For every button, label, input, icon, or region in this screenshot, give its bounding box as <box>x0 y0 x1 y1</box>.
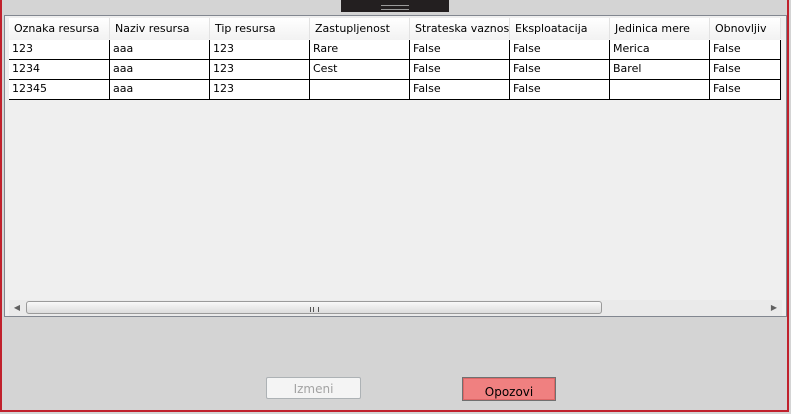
opozovi-button[interactable]: Opozovi <box>462 377 556 401</box>
grid-header-row: Oznaka resursa Naziv resursa Tip resursa Za… <box>9 18 781 41</box>
table-cell[interactable]: aaa <box>110 40 210 59</box>
scroll-left-arrow-icon[interactable]: ◀ <box>9 300 25 316</box>
table-cell[interactable]: aaa <box>110 80 210 99</box>
grid-rows: 123 aaa 123 Rare False False Merica False 1234 a… <box>9 40 781 100</box>
scroll-right-arrow-icon[interactable]: ▶ <box>766 300 782 316</box>
column-header-eksploatacija[interactable]: Eksploatacija <box>510 18 610 39</box>
table-row[interactable]: 12345 aaa 123 False False False <box>9 80 781 100</box>
table-cell[interactable]: 12345 <box>9 80 110 99</box>
resources-data-grid[interactable]: Oznaka resursa Naziv resursa Tip resursa Za… <box>4 15 787 317</box>
horizontal-scrollbar[interactable]: ◀ ▶ <box>9 300 782 316</box>
column-header-strateska-vaznost[interactable]: Strateska vaznost <box>410 18 510 39</box>
column-header-obnovljiv[interactable]: Obnovljiv <box>710 18 781 39</box>
table-cell[interactable]: 1234 <box>9 60 110 79</box>
grip-lines-icon <box>381 5 409 10</box>
table-cell[interactable]: 123 <box>9 40 110 59</box>
izmeni-button[interactable]: Izmeni <box>266 377 361 399</box>
column-header-jedinica-mere[interactable]: Jedinica mere <box>610 18 710 39</box>
window-drag-handle[interactable] <box>341 0 449 12</box>
table-cell[interactable] <box>310 80 410 99</box>
table-cell[interactable]: 123 <box>210 60 310 79</box>
column-header-oznaka[interactable]: Oznaka resursa <box>9 18 110 39</box>
table-cell[interactable]: Barel <box>610 60 710 79</box>
table-cell[interactable]: False <box>410 40 510 59</box>
table-cell[interactable]: 123 <box>210 80 310 99</box>
table-cell[interactable]: False <box>710 80 781 99</box>
table-cell[interactable]: False <box>710 40 781 59</box>
table-cell[interactable]: 123 <box>210 40 310 59</box>
table-cell[interactable]: aaa <box>110 60 210 79</box>
table-cell[interactable]: False <box>710 60 781 79</box>
table-cell[interactable]: False <box>510 40 610 59</box>
table-row[interactable]: 1234 aaa 123 Cest False False Barel False <box>9 60 781 80</box>
column-header-naziv[interactable]: Naziv resursa <box>110 18 210 39</box>
table-cell[interactable]: Cest <box>310 60 410 79</box>
column-header-tip[interactable]: Tip resursa <box>210 18 310 39</box>
grip-icon <box>309 307 319 312</box>
table-cell[interactable]: Rare <box>310 40 410 59</box>
table-row[interactable]: 123 aaa 123 Rare False False Merica False <box>9 40 781 60</box>
table-cell[interactable]: False <box>510 60 610 79</box>
table-cell[interactable]: False <box>410 80 510 99</box>
table-cell[interactable] <box>610 80 710 99</box>
scrollbar-thumb[interactable] <box>26 301 602 314</box>
table-cell[interactable]: False <box>410 60 510 79</box>
table-cell[interactable]: False <box>510 80 610 99</box>
column-header-zastupljenost[interactable]: Zastupljenost <box>310 18 410 39</box>
table-cell[interactable]: Merica <box>610 40 710 59</box>
